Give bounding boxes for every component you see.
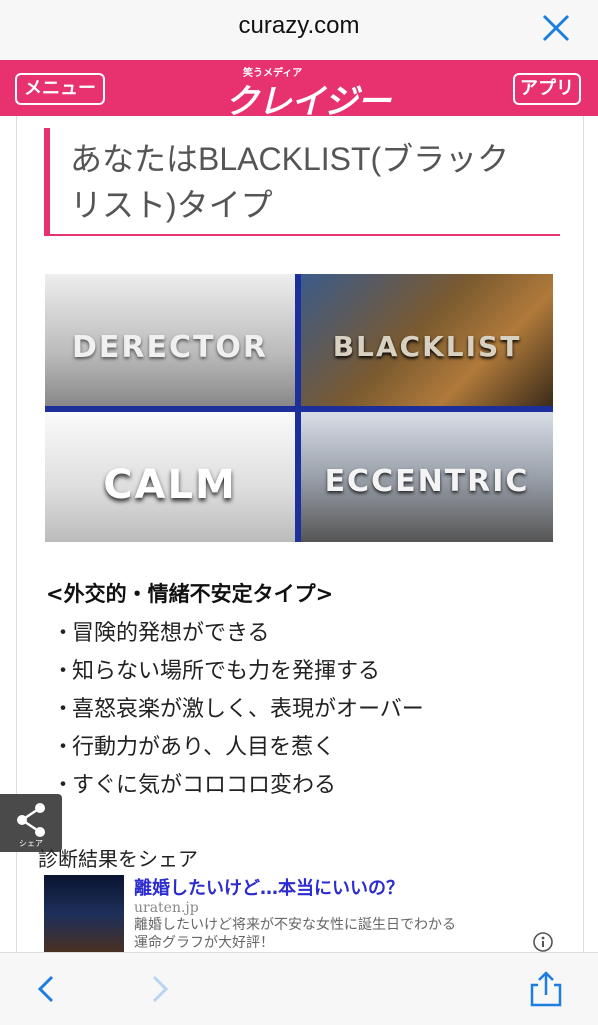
close-icon[interactable]: [536, 8, 576, 48]
browser-toolbar: [0, 952, 598, 1025]
tile-label: CALM: [103, 462, 237, 508]
list-item: ・冒険的発想ができる: [52, 621, 270, 646]
tile-director: DERECTOR: [45, 274, 295, 406]
ad-thumbnail[interactable]: [44, 875, 124, 953]
menu-button[interactable]: メニュー: [15, 73, 105, 105]
list-item: ・すぐに気がコロコロ変わる: [52, 773, 337, 798]
share-result-label: 診断結果をシェア: [38, 847, 198, 871]
ad-domain: uraten.jp: [134, 900, 199, 916]
ad-info-icon[interactable]: [532, 931, 554, 953]
app-button[interactable]: アプリ: [513, 73, 581, 105]
type-heading: <外交的・情緒不安定タイプ>: [46, 582, 334, 606]
share-upload-icon[interactable]: [528, 971, 564, 1007]
article-title: あなたはBLACKLIST(ブラックリスト)タイプ: [70, 141, 510, 223]
ad-description[interactable]: 離婚したいけど将来が不安な女性に誕生日でわかる運命グラフが大好評！: [134, 916, 464, 952]
chevron-right-icon[interactable]: [142, 971, 178, 1007]
list-item: ・知らない場所でも力を発揮する: [52, 659, 381, 684]
url-text[interactable]: curazy.com: [0, 12, 598, 40]
ad-title-link[interactable]: 離婚したいけど…本当にいいの？: [134, 874, 404, 900]
trait-list: ・冒険的発想ができる ・知らない場所でも力を発揮する ・喜怒哀楽が激しく、表現が…: [52, 615, 424, 805]
tile-calm: CALM: [45, 412, 295, 542]
personality-image-grid: DERECTOR BLACKLIST CALM ECCENTRIC: [45, 274, 553, 542]
tile-label: DERECTOR: [71, 330, 269, 365]
chevron-left-icon[interactable]: [30, 971, 66, 1007]
site-logo[interactable]: 笑うメディア クレイジー: [225, 62, 405, 122]
article-title-block: あなたはBLACKLIST(ブラックリスト)タイプ: [44, 128, 560, 236]
tile-blacklist: BLACKLIST: [301, 274, 553, 406]
list-item: ・喜怒哀楽が激しく、表現がオーバー: [52, 697, 424, 722]
tile-label: BLACKLIST: [332, 330, 522, 363]
tile-label: ECCENTRIC: [324, 464, 530, 499]
tile-eccentric: ECCENTRIC: [301, 412, 553, 542]
list-item: ・行動力があり、人目を惹く: [52, 735, 336, 760]
share-icon: [17, 803, 45, 837]
browser-url-bar[interactable]: curazy.com: [0, 0, 598, 60]
